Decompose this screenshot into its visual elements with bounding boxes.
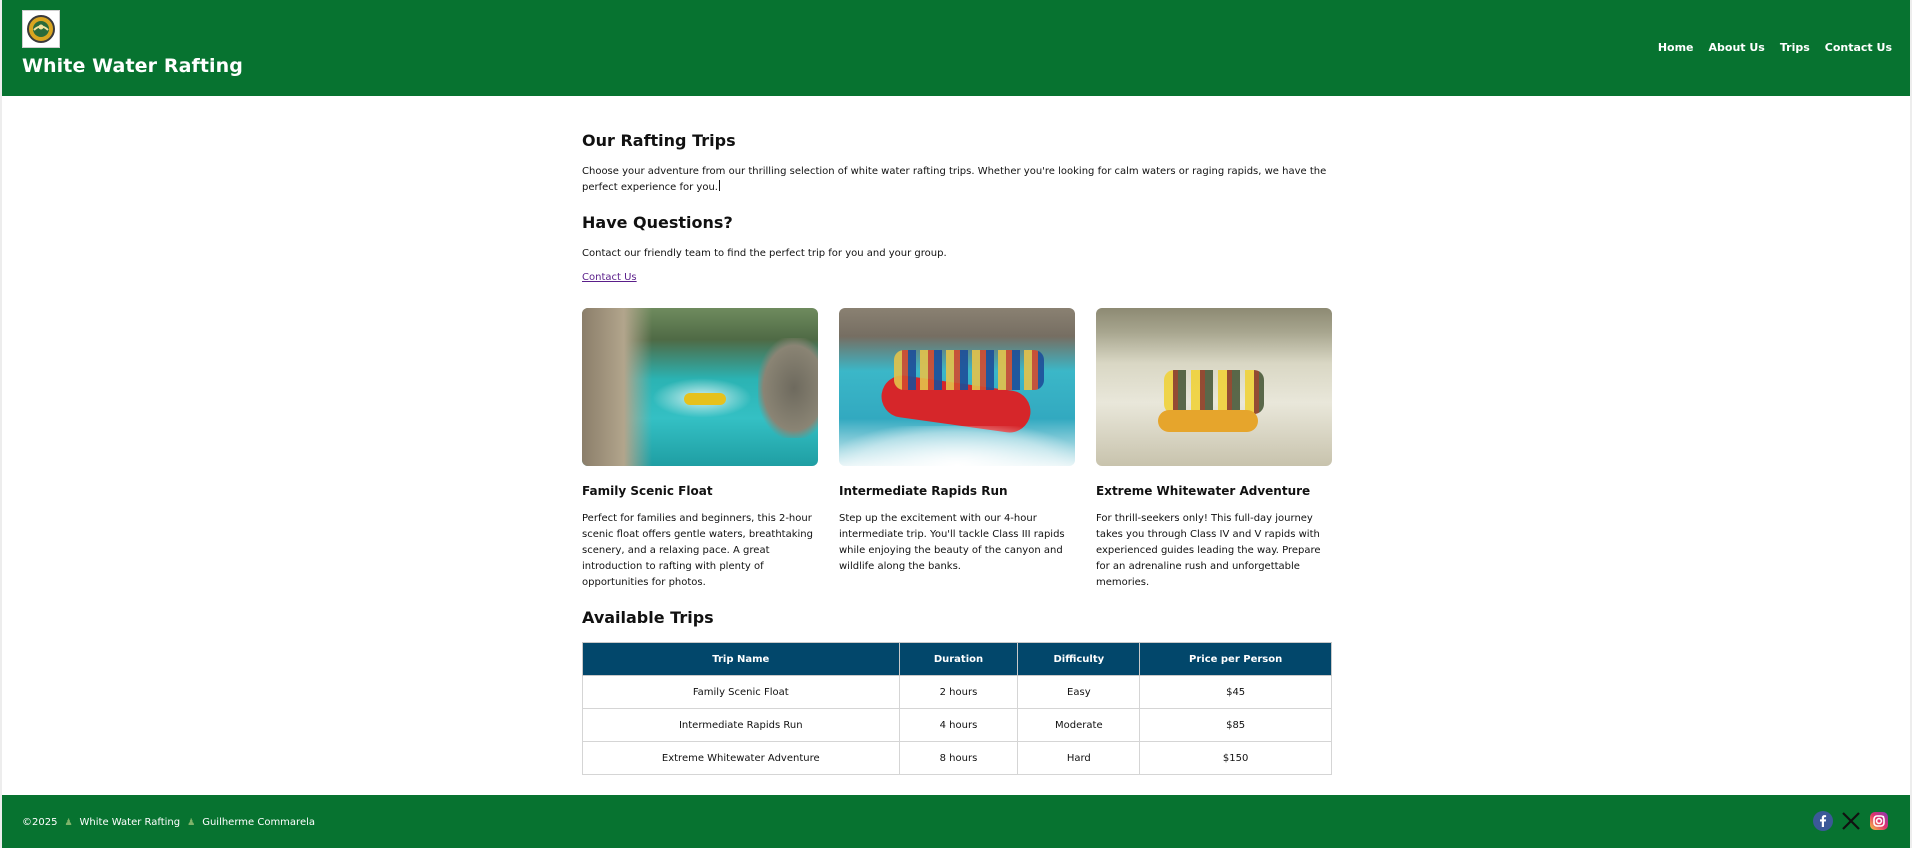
table-row: Extreme Whitewater Adventure 8 hours Har… [582, 741, 1332, 775]
site-footer: ©2025 ♟ White Water Rafting ♟ Guilherme … [2, 795, 1910, 848]
card-title: Extreme Whitewater Adventure [1096, 484, 1311, 498]
nav-trips[interactable]: Trips [1780, 41, 1810, 54]
x-icon[interactable] [1840, 810, 1862, 832]
text-cursor [718, 180, 720, 191]
table-row: Family Scenic Float 2 hours Easy $45 [582, 675, 1332, 709]
footer-copyright: ©2025 [22, 817, 58, 828]
available-trips-table: Trip Name Duration Difficulty Price per … [582, 642, 1332, 775]
card-title: Intermediate Rapids Run [839, 484, 1008, 498]
site-title: White Water Rafting [22, 55, 243, 77]
cell-difficulty: Easy [1017, 675, 1141, 709]
cell-price: $85 [1139, 708, 1332, 742]
intro-text: Choose your adventure from our thrilling… [582, 164, 1332, 196]
card-desc: Step up the excitement with our 4-hour i… [839, 513, 1065, 572]
footer-author: Guilherme Commarela [202, 817, 316, 828]
card-desc: Perfect for families and beginners, this… [582, 513, 813, 588]
cell-duration: 2 hours [898, 675, 1019, 709]
cell-duration: 8 hours [898, 741, 1019, 775]
cell-duration: 4 hours [898, 708, 1019, 742]
intro-title: Our Rafting Trips [582, 131, 736, 150]
cell-price: $45 [1139, 675, 1332, 709]
instagram-icon[interactable] [1868, 810, 1890, 832]
questions-title: Have Questions? [582, 213, 733, 232]
card-desc: For thrill-seekers only! This full-day j… [1096, 513, 1321, 588]
separator-icon: ♟ [187, 817, 196, 828]
contact-us-link[interactable]: Contact Us [582, 272, 637, 283]
nav-home[interactable]: Home [1658, 41, 1694, 54]
intermediate-rapids-photo [839, 308, 1075, 466]
cell-trip-name: Intermediate Rapids Run [582, 708, 900, 742]
column-header: Duration [898, 642, 1019, 676]
cell-trip-name: Extreme Whitewater Adventure [582, 741, 900, 775]
trip-card-extreme[interactable]: Extreme Whitewater Adventure For thrill-… [1096, 308, 1332, 588]
separator-icon: ♟ [64, 817, 73, 828]
extreme-whitewater-photo [1096, 308, 1332, 466]
available-trips-title: Available Trips [582, 608, 714, 627]
card-title: Family Scenic Float [582, 484, 713, 498]
family-float-photo [582, 308, 818, 466]
cell-difficulty: Moderate [1017, 708, 1141, 742]
trip-cards: Family Scenic Float Perfect for families… [582, 308, 1332, 588]
cell-trip-name: Family Scenic Float [582, 675, 900, 709]
table-row: Intermediate Rapids Run 4 hours Moderate… [582, 708, 1332, 742]
column-header: Price per Person [1139, 642, 1332, 676]
nav-contact-us[interactable]: Contact Us [1825, 41, 1892, 54]
social-links [1812, 810, 1890, 832]
intro-text-content: Choose your adventure from our thrilling… [582, 166, 1327, 193]
facebook-icon[interactable] [1812, 810, 1834, 832]
main-nav: Home About Us Trips Contact Us [1658, 41, 1892, 54]
trip-card-family[interactable]: Family Scenic Float Perfect for families… [582, 308, 818, 588]
footer-credits: ©2025 ♟ White Water Rafting ♟ Guilherme … [22, 817, 315, 828]
nav-about-us[interactable]: About Us [1709, 41, 1765, 54]
trip-card-intermediate[interactable]: Intermediate Rapids Run Step up the exci… [839, 308, 1075, 572]
column-header: Trip Name [582, 642, 900, 676]
footer-site-name: White Water Rafting [79, 817, 181, 828]
questions-text: Contact our friendly team to find the pe… [582, 248, 947, 259]
table-header-row: Trip Name Duration Difficulty Price per … [582, 642, 1332, 676]
site-header: White Water Rafting Home About Us Trips … [2, 0, 1910, 96]
column-header: Difficulty [1017, 642, 1141, 676]
cell-price: $150 [1139, 741, 1332, 775]
cell-difficulty: Hard [1017, 741, 1141, 775]
rafting-logo-icon[interactable] [22, 10, 60, 48]
